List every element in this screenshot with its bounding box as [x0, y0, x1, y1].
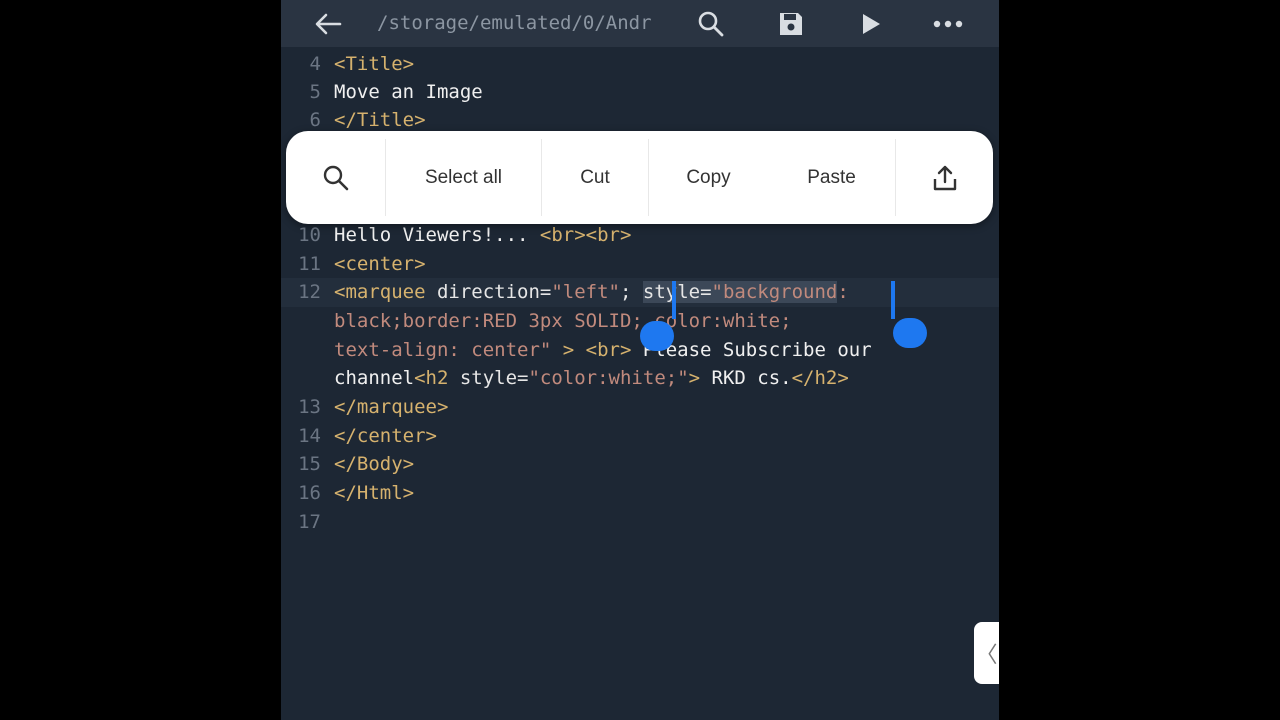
code-line[interactable]: 15 </Body> [281, 450, 999, 479]
search-icon[interactable] [286, 131, 385, 224]
code-text: <marquee direction="left"; style="backgr… [334, 278, 849, 307]
line-number: 17 [298, 511, 321, 533]
code-token: </Html> [334, 482, 415, 504]
code-token: text-align: center" [334, 339, 552, 361]
line-number: 10 [298, 224, 321, 246]
code-token: <marquee [334, 281, 437, 303]
top-app-bar: /storage/emulated/0/Andr [281, 0, 999, 47]
code-token: direction= [436, 281, 552, 303]
line-number: 13 [298, 396, 321, 418]
code-text: </center> [334, 422, 437, 451]
code-token: Please Subscribe our [642, 339, 872, 361]
code-text: <Title> [334, 50, 414, 79]
code-token: <br><br> [539, 224, 632, 246]
code-token: </center> [334, 425, 437, 447]
code-line[interactable]: channel<h2 style="color:white;"> RKD cs.… [281, 364, 999, 393]
code-token: > [688, 367, 712, 389]
code-token: "background [711, 281, 838, 303]
code-token: </Body> [334, 453, 415, 475]
code-token: <h2 [414, 367, 460, 389]
search-icon[interactable] [693, 6, 729, 42]
run-icon[interactable] [853, 6, 889, 42]
line-number: 15 [298, 453, 321, 475]
code-token: > <br> [551, 339, 643, 361]
save-icon[interactable] [773, 6, 809, 42]
code-text: </Body> [334, 450, 414, 479]
share-icon[interactable] [896, 131, 993, 224]
code-text: <center> [334, 250, 426, 279]
code-line[interactable]: 5 Move an Image [281, 78, 999, 107]
file-path[interactable]: /storage/emulated/0/Andr [377, 10, 667, 36]
selection-end-handle[interactable] [893, 318, 927, 348]
code-token: RKD cs. [711, 367, 792, 389]
text-selection-toolbar: Select all Cut Copy Paste [286, 131, 993, 224]
line-number: 16 [298, 482, 321, 504]
code-token: <center> [334, 253, 426, 275]
code-text: Hello Viewers!... <br><br> [334, 221, 631, 250]
select-all-button[interactable]: Select all [386, 131, 541, 224]
code-token: </marquee> [334, 396, 449, 418]
code-line[interactable]: 16 </Html> [281, 479, 999, 508]
code-token: Move an Image [334, 81, 483, 103]
selection-start-handle[interactable] [640, 321, 674, 351]
code-token: </h2> [791, 367, 849, 389]
code-line[interactable]: 11 <center> [281, 250, 999, 279]
code-line[interactable]: 10 Hello Viewers!... <br><br> [281, 221, 999, 250]
code-line[interactable]: 13 </marquee> [281, 393, 999, 422]
line-number: 5 [309, 81, 321, 103]
code-text: text-align: center" > <br> Please Subscr… [334, 336, 872, 365]
code-token: Hello Viewers!... [334, 224, 540, 246]
code-text: </marquee> [334, 393, 448, 422]
code-text: channel<h2 style="color:white;"> RKD cs.… [334, 364, 849, 393]
selection-end-bar [891, 281, 895, 319]
code-token: style= [642, 281, 712, 303]
code-token: "left" [551, 281, 620, 303]
code-token: ; [619, 281, 643, 303]
cut-button[interactable]: Cut [542, 131, 648, 224]
code-text: black;border:RED 3px SOLID; color:white; [334, 307, 792, 336]
editor-screen: /storage/emulated/0/Andr 4 <Title> 5 Move a… [281, 0, 999, 720]
code-line[interactable]: 17 [281, 508, 999, 537]
code-text: Move an Image [334, 78, 483, 107]
line-number: 12 [298, 281, 321, 303]
paste-button[interactable]: Paste [768, 131, 895, 224]
copy-button[interactable]: Copy [649, 131, 768, 224]
line-number: 4 [309, 53, 321, 75]
code-token: : [837, 281, 849, 303]
code-token: "color:white;" [528, 367, 689, 389]
line-number: 11 [298, 253, 321, 275]
code-token: black;border:RED 3px SOLID; color:white; [334, 310, 792, 332]
code-text: </Html> [334, 479, 414, 508]
code-token: <Title> [334, 53, 415, 75]
back-arrow-icon[interactable] [310, 6, 346, 42]
code-line[interactable]: 4 <Title> [281, 50, 999, 79]
code-token: channel [334, 367, 415, 389]
line-number: 14 [298, 425, 321, 447]
side-panel-tab[interactable]: 〈 [974, 622, 999, 684]
code-token: </Title> [334, 109, 426, 131]
more-icon[interactable] [930, 6, 966, 42]
selection-start-bar [672, 281, 676, 319]
code-line[interactable]: 14 </center> [281, 422, 999, 451]
code-token: style= [459, 367, 529, 389]
